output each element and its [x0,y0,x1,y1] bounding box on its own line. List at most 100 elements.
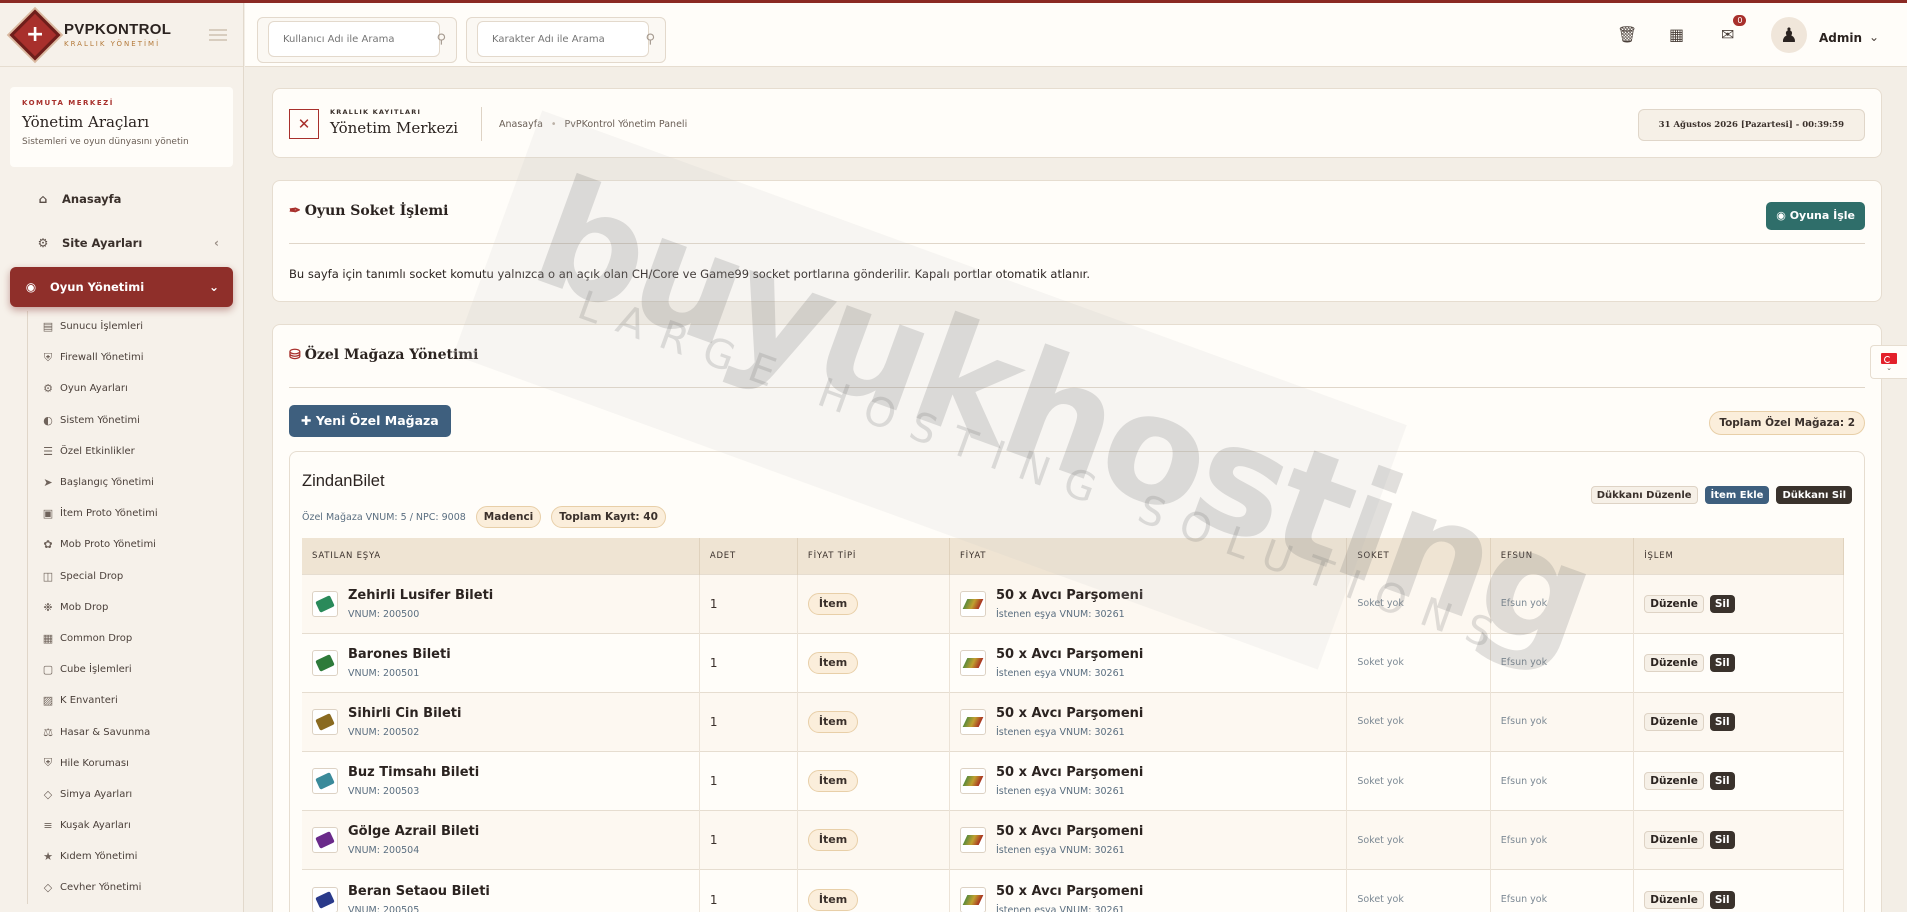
sidebar-item-home[interactable]: ⌂ Anasayfa [10,179,233,219]
trash-icon[interactable]: 🗑 [1617,25,1637,44]
edit-item-button[interactable]: Düzenle [1644,890,1704,909]
col-header[interactable]: EFSUN [1490,538,1635,574]
subitem-start[interactable]: ➤ Başlangıç Yönetimi [28,467,243,498]
page-title: Yönetim Merkezi [330,119,459,137]
edit-store-button[interactable]: Dükkanı Düzenle [1590,486,1698,504]
edit-item-button[interactable]: Düzenle [1644,594,1704,613]
socket-cell: Soket yok [1346,810,1491,870]
item-qty: 1 [709,833,718,848]
price-cell: 50 x Avcı Parşomeni İstenen eşya VNUM: 30… [949,632,1348,693]
mail-icon[interactable]: ✉ 0 [1721,15,1747,44]
subitem-alchemy[interactable]: ◇ Simya Ayarları [28,779,243,810]
efsun-cell: Efsun yok [1490,691,1635,752]
delete-item-button[interactable]: Sil [1709,594,1735,613]
language-switcher[interactable]: ⌄ [1870,345,1907,379]
menu-toggle-icon[interactable] [209,29,227,41]
subitem-label: Cube İşlemleri [60,664,132,676]
subitem-common-drop[interactable]: ▦ Common Drop [28,623,243,654]
delete-item-button[interactable]: Sil [1709,890,1735,909]
delete-item-button[interactable]: Sil [1709,653,1735,672]
avatar[interactable]: ♟ [1771,17,1807,53]
col-header[interactable]: İŞLEM [1633,538,1844,574]
brand[interactable]: + PVPKONTROL KRALLIK YÖNETİMİ [0,3,243,67]
cube-icon: ▣ [42,507,54,521]
store-name: ZindanBilet [302,472,385,490]
socket-card: ✒ Oyun Soket İşlemi ◉ Oyuna İşle Bu sayfa… [272,180,1882,302]
ticket-book [315,713,335,731]
sidebar-item-site-settings[interactable]: ⚙ Site Ayarları ‹ [10,223,233,263]
subitem-rank[interactable]: ★ Kıdem Yönetimi [28,841,243,872]
subitem-special-drop[interactable]: ◫ Special Drop [28,561,243,592]
subitem-events[interactable]: ☰ Özel Etkinlikler [28,436,243,467]
subitem-mob-drop[interactable]: ❉ Mob Drop [28,592,243,623]
mail-count-badge: 0 [1733,15,1747,26]
breadcrumb-home[interactable]: Anasayfa [499,119,543,130]
toggle-icon: ◐ [43,413,53,427]
store-meta: Özel Mağaza VNUM: 5 / NPC: 9008 Madenci … [302,506,666,528]
close-icon[interactable]: ✕ [289,109,319,139]
sidebar-item-label: Site Ayarları [62,236,143,250]
subitem-anticheat[interactable]: ⛨ Hile Koruması [28,748,243,779]
search-icon[interactable]: ⚲ [645,32,655,47]
delete-item-button[interactable]: Sil [1709,712,1735,731]
col-header[interactable]: SATILAN EŞYA [302,538,700,574]
delete-store-button[interactable]: Dükkanı Sil [1776,486,1852,504]
price-cell: 50 x Avcı Parşomeni İstenen eşya VNUM: 30… [949,751,1348,811]
user-search-input[interactable] [268,21,440,57]
action-cell: Düzenle Sil [1633,751,1844,811]
table-row: Sihirli Cin Bileti VNUM: 200502 1 İtem 50 x … [302,691,1844,752]
shield-icon: ⛨ [43,350,53,364]
subitem-game-settings[interactable]: ⚙ Oyun Ayarları [28,373,243,404]
sidebar-item-game-management[interactable]: ◉ Oyun Yönetimi ⌄ [10,267,233,307]
subitem-mob-proto[interactable]: ✿ Mob Proto Yönetimi [28,529,243,560]
subitem-server[interactable]: ▤ Sunucu İşlemleri [28,311,243,342]
logo-icon: + [9,9,61,60]
process-game-button[interactable]: ◉ Oyuna İşle [1766,202,1865,230]
col-header[interactable]: FİYAT [949,538,1348,574]
page-label: KRALLIK KAYITLARI [330,108,422,116]
subitem-ore[interactable]: ◇ Cevher Yönetimi [28,872,243,903]
search-icon[interactable]: ⚲ [436,32,446,47]
admin-name[interactable]: Admin [1819,31,1862,45]
character-search-input[interactable] [477,21,649,57]
edit-item-button[interactable]: Düzenle [1644,712,1704,731]
edit-item-button[interactable]: Düzenle [1644,831,1704,850]
subitem-belt[interactable]: ≡ Kuşak Ayarları [28,810,243,841]
subitem-damage[interactable]: ⚖ Hasar & Savunma [28,716,243,747]
add-item-button[interactable]: İtem Ekle [1704,486,1770,504]
subitem-label: Special Drop [60,570,124,582]
qty-cell: 1 [699,869,798,912]
edit-item-button[interactable]: Düzenle [1644,653,1704,672]
gear-icon: ⚙ [37,236,49,250]
price-name: 50 x Avcı Parşomeni [995,765,1144,781]
section-title: ✒ Oyun Soket İşlemi [289,203,448,219]
calendar-icon[interactable]: ▦ [1669,25,1684,44]
price-type-badge: İtem [807,829,859,852]
command-title: Yönetim Araçları [22,113,150,131]
col-header[interactable]: FİYAT TİPİ [797,538,950,574]
delete-item-button[interactable]: Sil [1709,772,1735,791]
price-vnum: İstenen eşya VNUM: 30261 [995,726,1125,738]
col-header[interactable]: SOKET [1346,538,1491,574]
edit-item-button[interactable]: Düzenle [1644,772,1704,791]
subitem-item-proto[interactable]: ▣ İtem Proto Yönetimi [28,498,243,529]
ticket-book [315,772,335,790]
scale-icon: ⚖ [43,725,53,739]
subitem-system[interactable]: ◐ Sistem Yönetimi [28,405,243,436]
new-shop-button[interactable]: ✚ Yeni Özel Mağaza [289,405,451,437]
item-qty: 1 [709,714,718,729]
basket-icon: ⛁ [289,347,301,363]
table-row: Zehirli Lusifer Bileti VNUM: 200500 1 İtem 5… [302,573,1844,634]
price-cell: 50 x Avcı Parşomeni İstenen eşya VNUM: 30… [949,691,1348,752]
col-header[interactable]: ADET [699,538,798,574]
delete-item-button[interactable]: Sil [1709,831,1735,850]
subitem-cube[interactable]: ▢ Cube İşlemleri [28,654,243,685]
subitem-inventory[interactable]: ▨ K Envanteri [28,685,243,716]
item-name: Zehirli Lusifer Bileti [348,587,494,603]
breadcrumb-current: PvPKontrol Yönetim Paneli [564,119,688,130]
efsun-cell: Efsun yok [1490,573,1635,634]
gamepad-icon: ◉ [1776,209,1790,222]
gift-icon: ◫ [42,569,54,583]
subitem-firewall[interactable]: ⛨ Firewall Yönetimi [28,342,243,373]
chevron-down-icon[interactable]: ⌄ [1869,30,1879,44]
